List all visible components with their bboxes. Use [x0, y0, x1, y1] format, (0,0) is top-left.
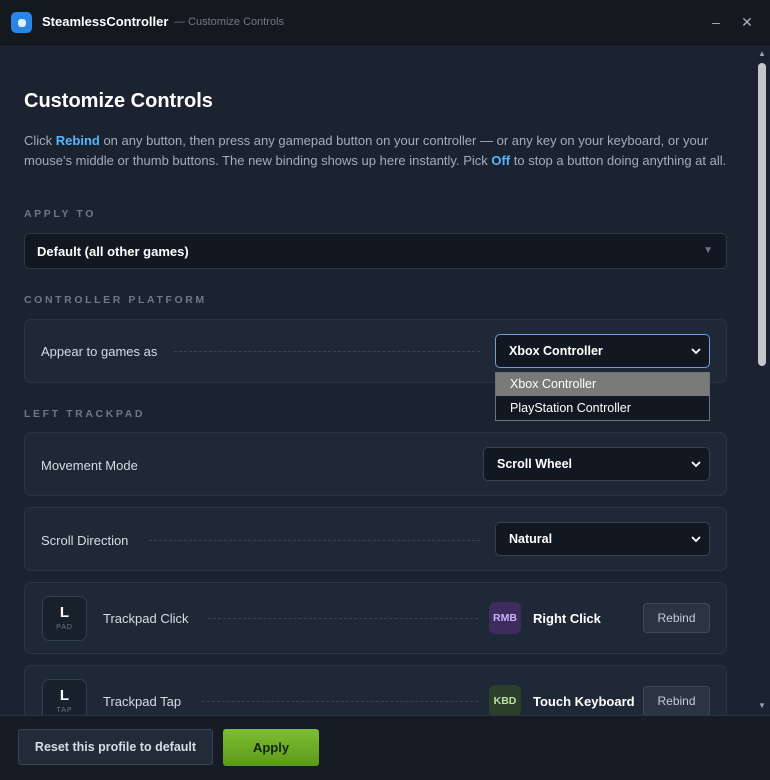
dotted-leader	[149, 540, 480, 541]
footer-bar: Reset this profile to default Apply	[0, 715, 770, 780]
vertical-scrollbar[interactable]: ▲ ▼	[754, 45, 770, 715]
app-title: SteamlessController	[42, 14, 169, 29]
app-logo-icon	[11, 12, 32, 33]
binding-row: L PAD Trackpad Click RMB Right Click Reb…	[24, 582, 727, 654]
page-title: Customize Controls	[24, 90, 213, 112]
controller-button-badge: L TAP	[42, 679, 87, 715]
dropdown-option-xbox[interactable]: Xbox Controller	[496, 373, 709, 396]
triangle-down-icon: ▼	[703, 245, 713, 256]
binding-name: Trackpad Tap	[103, 694, 182, 709]
dotted-leader	[208, 618, 478, 619]
mouse-button-chip: RMB	[489, 602, 521, 634]
chevron-down-icon	[691, 536, 701, 543]
rebind-button[interactable]: Rebind	[643, 603, 710, 633]
dotted-leader	[174, 351, 480, 352]
title-bar: SteamlessController — Customize Controls…	[0, 0, 770, 45]
dotted-leader	[202, 701, 478, 702]
section-label-controller-platform: CONTROLLER PLATFORM	[24, 294, 207, 306]
scroll-up-icon[interactable]: ▲	[757, 49, 767, 59]
intro-text: Click Rebind on any button, then press a…	[24, 133, 727, 168]
intro-rebind-keyword: Rebind	[55, 133, 100, 148]
minimize-icon[interactable]: –	[706, 12, 726, 32]
movement-mode-label: Movement Mode	[41, 458, 138, 473]
platform-select-value: Xbox Controller	[509, 344, 603, 358]
scroll-direction-select[interactable]: Natural	[495, 522, 710, 556]
scroll-down-icon[interactable]: ▼	[757, 701, 767, 711]
controller-button-badge: L PAD	[42, 596, 87, 641]
platform-select[interactable]: Xbox Controller	[495, 334, 710, 368]
section-label-left-trackpad: LEFT TRACKPAD	[24, 408, 146, 420]
chevron-down-icon	[691, 348, 701, 355]
intro-off-keyword: Off	[491, 153, 511, 168]
apply-button[interactable]: Apply	[223, 729, 319, 766]
movement-mode-select[interactable]: Scroll Wheel	[483, 447, 710, 481]
reset-profile-button[interactable]: Reset this profile to default	[18, 729, 213, 765]
apply-to-value: Default (all other games)	[37, 243, 189, 259]
section-label-apply-to: APPLY TO	[24, 208, 96, 220]
scroll-direction-label: Scroll Direction	[41, 533, 129, 548]
scrollbar-thumb[interactable]	[758, 63, 766, 366]
binding-row: L TAP Trackpad Tap KBD Touch Keyboard Re…	[24, 665, 727, 715]
close-icon[interactable]: ✕	[737, 12, 757, 32]
movement-mode-value: Scroll Wheel	[497, 457, 573, 471]
apply-to-select[interactable]: Default (all other games) ▼	[24, 233, 727, 269]
platform-label: Appear to games as	[41, 344, 158, 359]
keyboard-chip: KBD	[489, 685, 521, 715]
platform-dropdown-list[interactable]: Xbox Controller PlayStation Controller	[495, 372, 710, 421]
chevron-down-icon	[691, 461, 701, 468]
window-subtitle: — Customize Controls	[174, 16, 285, 28]
binding-action: Touch Keyboard	[533, 694, 635, 709]
dropdown-option-playstation[interactable]: PlayStation Controller	[496, 397, 709, 420]
binding-action: Right Click	[533, 611, 601, 626]
rebind-button[interactable]: Rebind	[643, 686, 710, 715]
scroll-direction-value: Natural	[509, 532, 553, 546]
binding-name: Trackpad Click	[103, 611, 189, 626]
